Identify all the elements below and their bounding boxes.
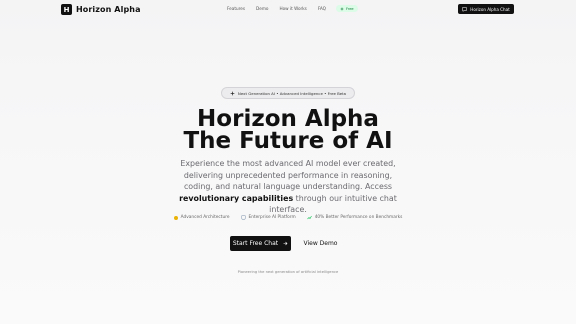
shield-icon bbox=[240, 215, 246, 220]
top-navbar: H Horizon Alpha Features Demo How it Wor… bbox=[0, 0, 576, 20]
view-demo-label: View Demo bbox=[303, 240, 338, 247]
arrow-right-icon bbox=[283, 241, 288, 246]
chat-nav-button[interactable]: Horizon Alpha Chat bbox=[458, 4, 514, 14]
chat-bubble-icon bbox=[462, 6, 468, 12]
chat-nav-button-label: Horizon Alpha Chat bbox=[470, 6, 510, 12]
sparkle-icon bbox=[339, 6, 344, 11]
feature-item: 40% Better Performance on Benchmarks bbox=[306, 215, 403, 220]
brand-name: Horizon Alpha bbox=[76, 5, 141, 14]
announcement-badge: Next Generation AI • Advanced Intelligen… bbox=[221, 87, 355, 99]
bolt-icon bbox=[173, 215, 178, 220]
free-badge: Free bbox=[335, 5, 358, 12]
free-badge-label: Free bbox=[345, 6, 354, 11]
nav-link-faq[interactable]: FAQ bbox=[318, 6, 326, 11]
nav-links: Features Demo How it Works FAQ Free bbox=[227, 5, 358, 12]
feature-label: 40% Better Performance on Benchmarks bbox=[314, 215, 403, 220]
feature-label: Enterprise AI Platform bbox=[248, 215, 296, 220]
chart-up-icon bbox=[306, 215, 312, 220]
feature-item: Advanced Architecture bbox=[173, 215, 230, 220]
hero-description-part1: Experience the most advanced AI model ev… bbox=[180, 159, 396, 192]
feature-item: Enterprise AI Platform bbox=[240, 215, 296, 220]
sparkle-icon bbox=[229, 90, 235, 96]
feature-highlights: Advanced Architecture Enterprise AI Plat… bbox=[0, 215, 576, 220]
nav-link-features[interactable]: Features bbox=[227, 6, 245, 11]
brand-logo[interactable]: H Horizon Alpha bbox=[61, 4, 141, 15]
hero-footnote: Pioneering the next generation of artifi… bbox=[237, 270, 339, 274]
view-demo-button[interactable]: View Demo bbox=[297, 236, 344, 251]
hero-description-bold: revolutionary capabilities bbox=[179, 193, 294, 203]
logo-mark-icon: H bbox=[61, 4, 72, 15]
hero-description: Experience the most advanced AI model ev… bbox=[176, 158, 400, 216]
feature-label: Advanced Architecture bbox=[180, 215, 230, 220]
start-free-chat-button[interactable]: Start Free Chat bbox=[230, 236, 291, 251]
nav-link-demo[interactable]: Demo bbox=[256, 6, 268, 11]
start-free-chat-label: Start Free Chat bbox=[232, 240, 279, 247]
nav-link-how-it-works[interactable]: How it Works bbox=[279, 6, 306, 11]
announcement-badge-label: Next Generation AI • Advanced Intelligen… bbox=[237, 90, 347, 96]
hero-title-line2: The Future of AI bbox=[183, 128, 393, 154]
